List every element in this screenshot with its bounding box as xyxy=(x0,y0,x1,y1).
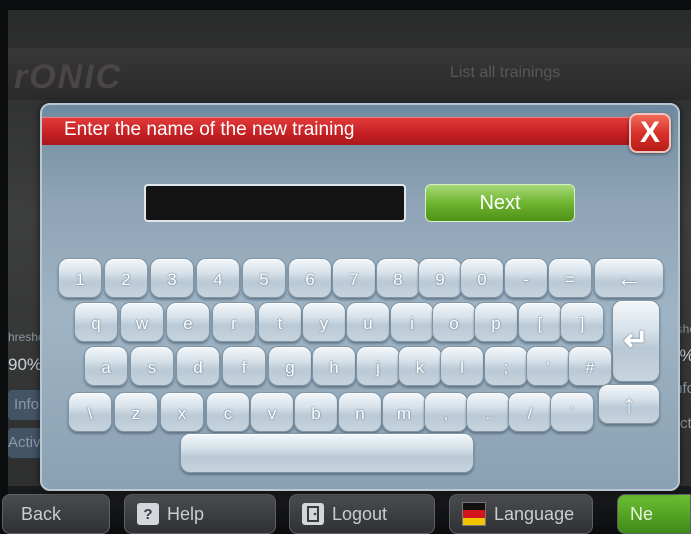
key-y[interactable]: y xyxy=(302,302,346,342)
logout-icon xyxy=(302,503,324,525)
shift-icon: ↑ xyxy=(622,389,636,419)
key-l[interactable]: l xyxy=(440,346,484,386)
language-button[interactable]: Language xyxy=(449,494,593,534)
language-label: Language xyxy=(494,503,575,524)
next-button[interactable]: Next xyxy=(425,184,575,222)
key-comma[interactable]: , xyxy=(424,392,468,432)
key-q[interactable]: q xyxy=(74,302,118,342)
key-minus[interactable]: - xyxy=(504,258,548,298)
key-t[interactable]: t xyxy=(258,302,302,342)
key-f[interactable]: f xyxy=(222,346,266,386)
key-i[interactable]: i xyxy=(390,302,434,342)
bg-active-label-left: Activ xyxy=(8,434,41,451)
key-0[interactable]: 0 xyxy=(460,258,504,298)
key-h[interactable]: h xyxy=(312,346,356,386)
key-o[interactable]: o xyxy=(432,302,476,342)
back-button[interactable]: Back xyxy=(2,494,110,534)
key-e[interactable]: e xyxy=(166,302,210,342)
key-d[interactable]: d xyxy=(176,346,220,386)
key-r[interactable]: r xyxy=(212,302,256,342)
key-5[interactable]: 5 xyxy=(242,258,286,298)
key-v[interactable]: v xyxy=(250,392,294,432)
key-6[interactable]: 6 xyxy=(288,258,332,298)
bg-info-label-left: Info xyxy=(14,396,40,413)
key-b[interactable]: b xyxy=(294,392,338,432)
key-n[interactable]: n xyxy=(338,392,382,432)
bg-threshold-value-left: 90% xyxy=(8,355,43,374)
shift-key[interactable]: ↑ xyxy=(598,384,660,424)
key-c[interactable]: c xyxy=(206,392,250,432)
back-label: Back xyxy=(21,503,62,524)
training-name-input[interactable] xyxy=(144,184,406,222)
key-right-bracket[interactable]: ] xyxy=(560,302,604,342)
backspace-key[interactable]: ← xyxy=(594,258,664,298)
help-icon: ? xyxy=(137,503,159,525)
next-label: Next xyxy=(479,191,521,214)
key-z[interactable]: z xyxy=(114,392,158,432)
help-button[interactable]: ? Help xyxy=(124,494,276,534)
key-8[interactable]: 8 xyxy=(376,258,420,298)
key-backtick[interactable]: ` xyxy=(550,392,594,432)
key-semicolon[interactable]: ; xyxy=(484,346,528,386)
key-period[interactable]: . xyxy=(466,392,510,432)
key-4[interactable]: 4 xyxy=(196,258,240,298)
key-j[interactable]: j xyxy=(356,346,400,386)
key-w[interactable]: w xyxy=(120,302,164,342)
key-1[interactable]: 1 xyxy=(58,258,102,298)
key-backslash[interactable]: \ xyxy=(68,392,112,432)
close-button[interactable]: X xyxy=(629,113,671,153)
key-2[interactable]: 2 xyxy=(104,258,148,298)
key-9[interactable]: 9 xyxy=(418,258,462,298)
logout-button[interactable]: Logout xyxy=(289,494,435,534)
key-7[interactable]: 7 xyxy=(332,258,376,298)
key-left-bracket[interactable]: [ xyxy=(518,302,562,342)
backspace-icon: ← xyxy=(616,263,642,293)
key-s[interactable]: s xyxy=(130,346,174,386)
background-next-button[interactable]: Ne xyxy=(617,494,691,534)
key-g[interactable]: g xyxy=(268,346,312,386)
key-hash[interactable]: # xyxy=(568,346,612,386)
flag-icon xyxy=(462,502,486,526)
key-u[interactable]: u xyxy=(346,302,390,342)
key-3[interactable]: 3 xyxy=(150,258,194,298)
key-k[interactable]: k xyxy=(398,346,442,386)
key-apostrophe[interactable]: ' xyxy=(526,346,570,386)
key-x[interactable]: x xyxy=(160,392,204,432)
key-slash[interactable]: / xyxy=(508,392,552,432)
background-title: List all trainings xyxy=(450,64,561,81)
key-p[interactable]: p xyxy=(474,302,518,342)
key-equals[interactable]: = xyxy=(548,258,592,298)
dialog-title: Enter the name of the new training xyxy=(64,119,355,140)
enter-key[interactable]: ↵ xyxy=(612,300,660,382)
space-bar[interactable] xyxy=(180,433,474,473)
logout-label: Logout xyxy=(332,503,388,524)
enter-icon: ↵ xyxy=(623,324,649,357)
key-a[interactable]: a xyxy=(84,346,128,386)
help-label: Help xyxy=(167,503,205,524)
background-next-label: Ne xyxy=(630,503,654,524)
key-m[interactable]: m xyxy=(382,392,426,432)
close-icon: X xyxy=(639,116,660,149)
background-brand: rONIC xyxy=(14,58,123,96)
